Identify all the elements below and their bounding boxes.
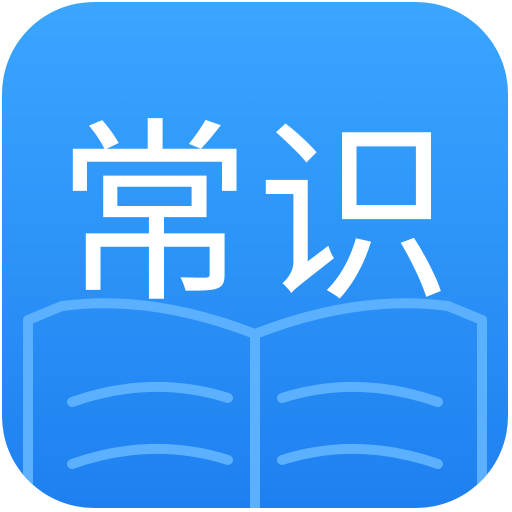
screen: 常识 <box>0 0 512 512</box>
app-icon[interactable]: 常识 <box>0 0 512 512</box>
app-icon-title: 常识 <box>55 102 456 330</box>
